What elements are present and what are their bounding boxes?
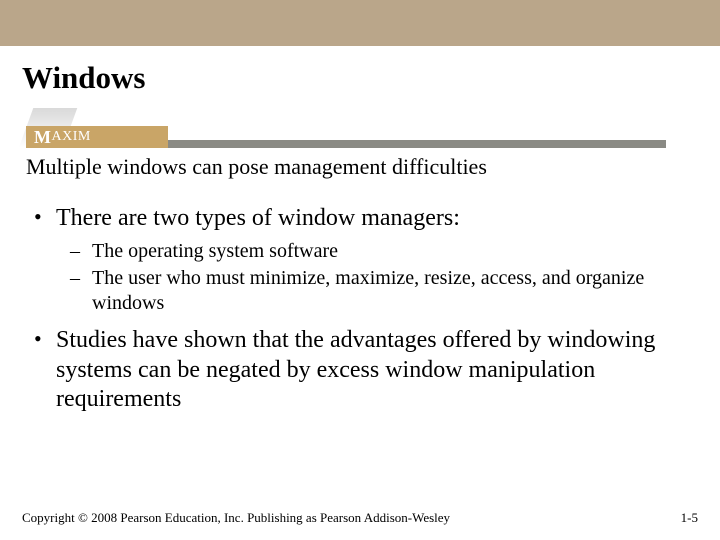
list-item: There are two types of window managers: …: [30, 204, 690, 316]
maxim-rule: [168, 140, 666, 148]
maxim-banner: MAXIM: [26, 126, 666, 148]
content-area: There are two types of window managers: …: [30, 204, 690, 414]
maxim-label-rest: AXIM: [52, 129, 91, 145]
list-item: The operating system software: [68, 239, 690, 264]
list-item: The user who must minimize, maximize, re…: [68, 266, 690, 316]
slide-subtitle: Multiple windows can pose management dif…: [26, 154, 720, 180]
sub-bullet-text: The user who must minimize, maximize, re…: [92, 267, 644, 314]
title-wrap: Windows: [0, 46, 720, 102]
maxim-label-initial: M: [34, 127, 52, 148]
copyright-text: Copyright © 2008 Pearson Education, Inc.…: [22, 510, 450, 526]
top-color-band: [0, 0, 720, 46]
page-number: 1-5: [681, 510, 698, 526]
bullet-list: There are two types of window managers: …: [30, 204, 690, 414]
slide-title: Windows: [22, 60, 698, 96]
bullet-text: Studies have shown that the advantages o…: [56, 327, 655, 412]
maxim-label: MAXIM: [26, 126, 168, 148]
sub-bullet-list: The operating system software The user w…: [56, 239, 690, 316]
list-item: Studies have shown that the advantages o…: [30, 326, 690, 414]
bullet-text: There are two types of window managers:: [56, 205, 460, 231]
sub-bullet-text: The operating system software: [92, 240, 338, 262]
footer: Copyright © 2008 Pearson Education, Inc.…: [22, 510, 698, 526]
maxim-line: MAXIM: [26, 126, 666, 148]
